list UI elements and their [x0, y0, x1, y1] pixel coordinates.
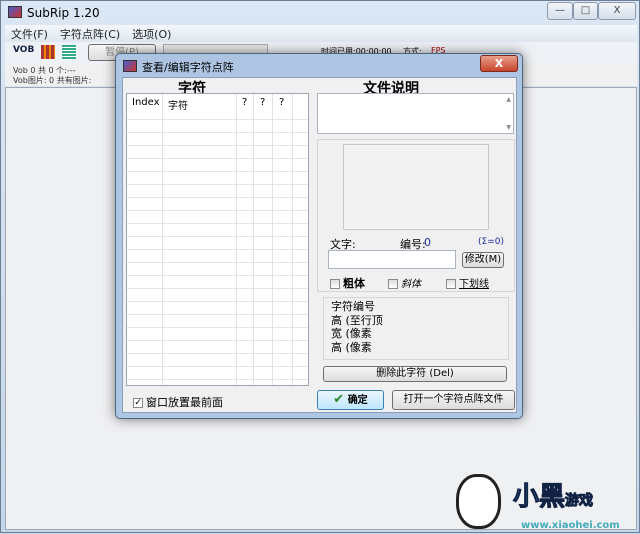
underline-checkbox[interactable]: 下划线: [446, 275, 489, 290]
dialog-icon: [123, 60, 137, 72]
minimize-button[interactable]: —: [547, 2, 573, 20]
col-q3[interactable]: ?: [279, 97, 284, 108]
close-button[interactable]: X: [598, 2, 636, 20]
delete-char-button[interactable]: 删除此字符 (Del): [323, 366, 507, 382]
dialog-close-button[interactable]: X: [480, 55, 518, 72]
panda-icon: [456, 474, 501, 529]
watermark-url: www.xiaohei.com: [521, 520, 620, 531]
dialog-body: 字符 文件说明 Index 字符 ? ? ? ▲ ▼ 文字: 编号: 0 (Σ=…: [122, 77, 517, 413]
menu-charset[interactable]: 字符点阵(C): [54, 25, 126, 43]
info-height-top: 高 (至行顶: [331, 313, 383, 327]
matrix-icon[interactable]: [62, 45, 76, 59]
watermark-logo: 小黑游戏 www.xiaohei.com: [451, 466, 640, 534]
menu-file[interactable]: 文件(F): [5, 25, 54, 43]
number-value: 0: [424, 236, 431, 249]
app-icon: [8, 6, 22, 18]
open-charset-file-button[interactable]: 打开一个字符点阵文件: [392, 390, 515, 410]
window-title: SubRip 1.20: [27, 6, 100, 20]
file-description-textarea[interactable]: ▲ ▼: [317, 93, 514, 134]
info-char-number: 字符编号: [331, 300, 375, 313]
modify-button[interactable]: 修改(M): [462, 252, 504, 268]
info-width-px: 宽 (像素: [331, 327, 372, 340]
edit-charset-dialog: 查看/编辑字符点阵 X 字符 文件说明 Index 字符 ? ? ? ▲ ▼ 文…: [115, 53, 523, 419]
character-list[interactable]: Index 字符 ? ? ?: [126, 93, 309, 386]
text-input[interactable]: [328, 250, 456, 269]
sum-value: (Σ=0): [478, 237, 504, 247]
dialog-title: 查看/编辑字符点阵: [142, 61, 234, 74]
checkmark-icon: ✔: [333, 392, 345, 407]
bold-checkbox[interactable]: 粗体: [330, 275, 365, 291]
ok-button[interactable]: ✔ 确定: [317, 390, 384, 410]
char-info-group: 字符编号 高 (至行顶 宽 (像素 高 (像素: [323, 297, 509, 360]
vob-icon[interactable]: VOB: [13, 45, 34, 55]
info-height-px: 高 (像素: [331, 340, 372, 354]
col-q1[interactable]: ?: [242, 97, 247, 108]
char-edit-group: 文字: 编号: 0 (Σ=0) 修改(M) 粗体 斜体 下划线: [317, 139, 515, 292]
film-icon[interactable]: [41, 45, 55, 59]
menu-bar: 文件(F) 字符点阵(C) 选项(O): [5, 25, 637, 42]
col-char[interactable]: 字符: [168, 97, 188, 112]
menu-options[interactable]: 选项(O): [126, 25, 177, 43]
col-index[interactable]: Index: [132, 97, 160, 108]
italic-checkbox[interactable]: 斜体: [388, 275, 421, 290]
topmost-checkbox[interactable]: ✓ 窗口放置最前面: [133, 394, 223, 410]
col-q2[interactable]: ?: [260, 97, 265, 108]
maximize-button[interactable]: □: [573, 2, 598, 20]
char-preview: [343, 144, 489, 230]
